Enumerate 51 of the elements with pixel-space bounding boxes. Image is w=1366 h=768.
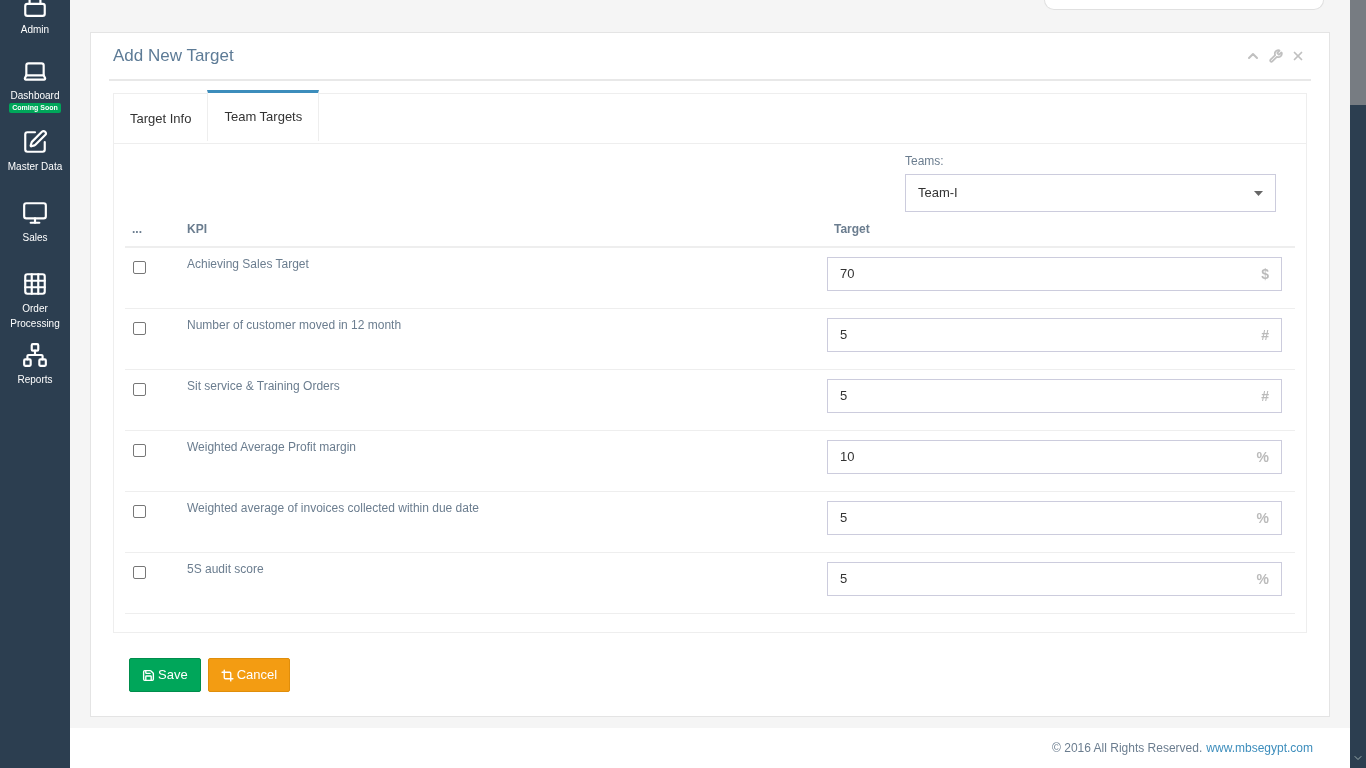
unit-symbol: % bbox=[1256, 569, 1269, 589]
sidebar-item[interactable]: Sales bbox=[0, 198, 70, 269]
kpi-name: 5S audit score bbox=[187, 562, 265, 576]
row-checkbox[interactable] bbox=[133, 444, 146, 457]
tab[interactable]: Team Targets bbox=[207, 90, 320, 141]
close-icon[interactable] bbox=[1291, 49, 1305, 63]
column-header: ... bbox=[131, 221, 143, 238]
row-checkbox[interactable] bbox=[133, 322, 146, 335]
row-checkbox[interactable] bbox=[133, 261, 146, 274]
teams-label: Teams: bbox=[905, 153, 945, 170]
row-checkbox[interactable] bbox=[133, 566, 146, 579]
target-input[interactable]: 5 # bbox=[827, 318, 1282, 352]
teams-select[interactable]: Team-I bbox=[905, 174, 1276, 212]
target-input[interactable]: 5 % bbox=[827, 562, 1282, 596]
copyright-text: © 2016 All Rights Reserved. bbox=[1052, 740, 1203, 757]
sitemap-icon bbox=[22, 342, 48, 368]
sidebar-item[interactable]: Master Data bbox=[0, 127, 70, 198]
sidebar-item[interactable]: Reports bbox=[0, 340, 70, 411]
kpi-name: Weighted average of invoices collected within due date bbox=[187, 501, 480, 515]
sidebar-item[interactable]: Order Processing bbox=[0, 269, 70, 340]
crop-icon bbox=[220, 668, 234, 682]
row-checkbox[interactable] bbox=[133, 383, 146, 396]
panel-title: Add New Target bbox=[112, 45, 234, 68]
kpi-name: Weighted Average Profit margin bbox=[187, 440, 357, 454]
edit-icon bbox=[22, 129, 48, 155]
wrench-icon[interactable] bbox=[1269, 49, 1283, 63]
target-input[interactable]: 5 # bbox=[827, 379, 1282, 413]
column-header: KPI bbox=[187, 221, 208, 238]
search-field[interactable] bbox=[1044, 0, 1324, 10]
grid-icon bbox=[22, 271, 48, 297]
sidebar-item[interactable]: Admin bbox=[0, 0, 70, 56]
tab[interactable]: Target Info bbox=[114, 94, 208, 144]
target-input[interactable]: 10 % bbox=[827, 440, 1282, 474]
scrollbar-thumb[interactable] bbox=[1350, 0, 1366, 105]
row-checkbox[interactable] bbox=[133, 505, 146, 518]
scrollbar[interactable] bbox=[1350, 0, 1366, 768]
unit-symbol: # bbox=[1261, 386, 1269, 406]
unit-symbol: $ bbox=[1261, 264, 1269, 284]
monitor-icon bbox=[22, 200, 48, 226]
target-input[interactable]: 5 % bbox=[827, 501, 1282, 535]
column-header: Target bbox=[833, 221, 870, 238]
unit-symbol: % bbox=[1256, 508, 1269, 528]
footer-link[interactable]: www.mbsegypt.com bbox=[1206, 739, 1313, 757]
save-icon bbox=[142, 668, 155, 682]
kpi-name: Sit service & Training Orders bbox=[187, 379, 341, 393]
kpi-name: Number of customer moved in 12 month bbox=[187, 318, 403, 332]
kpi-name: Achieving Sales Target bbox=[187, 257, 310, 271]
target-input[interactable]: 70 $ bbox=[827, 257, 1282, 291]
unit-symbol: % bbox=[1256, 447, 1269, 467]
unit-symbol: # bbox=[1261, 325, 1269, 345]
dropdown-caret-icon bbox=[1254, 190, 1263, 196]
